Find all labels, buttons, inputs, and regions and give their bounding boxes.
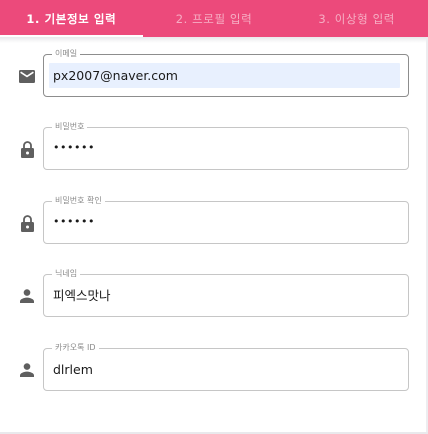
tab-ideal-type[interactable]: 3. 이상형 입력 <box>285 0 428 37</box>
password-confirm-field[interactable]: 비밀번호 확인 •••••• <box>43 196 409 244</box>
person-icon <box>19 361 35 379</box>
lock-icon <box>19 140 35 158</box>
kakao-id-row: 카카오톡 ID dlrlem <box>0 343 428 392</box>
nickname-row: 닉네임 피엑스맛나 <box>0 269 428 318</box>
email-field[interactable]: 이메일 px2007@naver.com <box>43 49 409 97</box>
password-field[interactable]: 비밀번호 •••••• <box>43 122 409 170</box>
nickname-value: 피엑스맛나 <box>53 288 111 303</box>
person-icon <box>19 287 35 305</box>
password-confirm-row: 비밀번호 확인 •••••• <box>0 196 428 245</box>
kakao-id-value: dlrlem <box>53 362 93 377</box>
password-confirm-value: •••••• <box>53 215 95 228</box>
step-tabs: 1. 기본정보 입력 2. 프로필 입력 3. 이상형 입력 <box>0 0 428 37</box>
nickname-field[interactable]: 닉네임 피엑스맛나 <box>43 269 409 317</box>
tab-basic-info[interactable]: 1. 기본정보 입력 <box>0 0 143 37</box>
password-row: 비밀번호 •••••• <box>0 122 428 171</box>
password-label: 비밀번호 <box>52 122 88 132</box>
password-confirm-label: 비밀번호 확인 <box>52 196 105 206</box>
tab-shadow <box>0 37 428 43</box>
nickname-label: 닉네임 <box>52 269 81 279</box>
kakao-id-label: 카카오톡 ID <box>52 343 99 353</box>
tab-profile[interactable]: 2. 프로필 입력 <box>143 0 286 37</box>
lock-icon <box>19 214 35 232</box>
mail-icon <box>19 67 35 85</box>
email-row: 이메일 px2007@naver.com <box>0 49 428 98</box>
password-value: •••••• <box>53 141 95 154</box>
email-value: px2007@naver.com <box>53 68 178 83</box>
kakao-id-field[interactable]: 카카오톡 ID dlrlem <box>43 343 409 391</box>
email-label: 이메일 <box>52 49 81 59</box>
